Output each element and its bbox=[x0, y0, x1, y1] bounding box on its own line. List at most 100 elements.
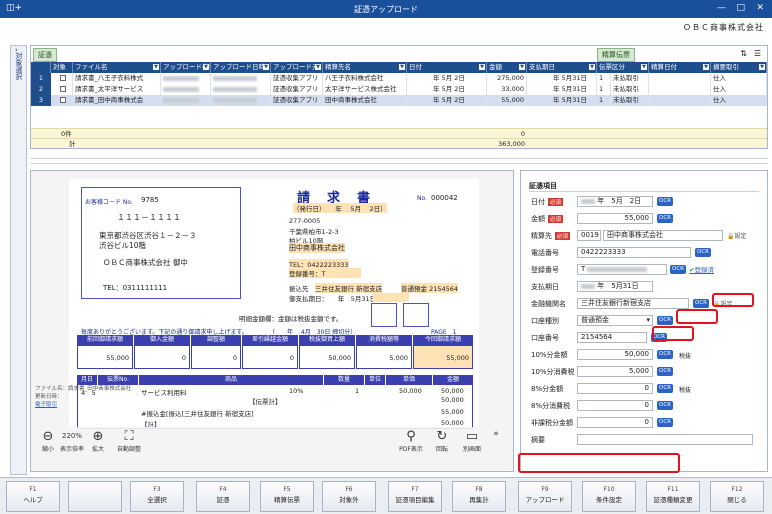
filter-dropdown-icon[interactable]: ▼ bbox=[703, 64, 709, 70]
amount10-field[interactable]: 50,000 bbox=[577, 349, 653, 360]
table-row-empty[interactable] bbox=[31, 106, 767, 117]
f7-edit-items-button[interactable]: F7 証憑項目編集 bbox=[388, 481, 442, 512]
amount10-label: 10%分金額 bbox=[531, 351, 568, 359]
registered-link[interactable]: ✔登録済 bbox=[689, 264, 714, 274]
payee-code-field[interactable]: 0019 bbox=[577, 230, 601, 241]
summary-field[interactable] bbox=[577, 434, 753, 445]
row-checkbox[interactable] bbox=[59, 97, 66, 103]
ocr-button[interactable]: OCR bbox=[670, 265, 686, 274]
payee-name-field[interactable]: 田中商事株式会社 bbox=[603, 230, 723, 241]
header-amount[interactable]: 金額 ▼ bbox=[487, 62, 527, 73]
f3-select-all-button[interactable]: F3 全選択 bbox=[130, 481, 184, 512]
grid-menu-icon[interactable]: ☰ bbox=[754, 49, 761, 58]
ocr-button[interactable]: OCR bbox=[657, 350, 673, 359]
maximize-button[interactable]: □ bbox=[736, 3, 745, 13]
f12-close-button[interactable]: F12 閉じる bbox=[710, 481, 764, 512]
registration-field[interactable]: T bbox=[577, 264, 667, 275]
pdf-icon: ⚲ bbox=[406, 429, 416, 444]
f1-help-button[interactable]: F1 ヘルプ bbox=[6, 481, 60, 512]
ocr-button[interactable]: OCR bbox=[657, 197, 673, 206]
table-row[interactable]: 1 請求書_八王子衣料株式 証憑収集アプリ 八王子衣料株式会社 年 5月 2日 … bbox=[31, 73, 767, 84]
filter-dropdown-icon[interactable]: ▼ bbox=[315, 64, 321, 70]
minimize-button[interactable]: — bbox=[717, 3, 726, 13]
detail-header: 金額 bbox=[433, 375, 473, 385]
f10-conditions-button[interactable]: F10 条件設定 bbox=[582, 481, 636, 512]
related-link[interactable]: 電子取引 bbox=[35, 401, 131, 409]
collapse-icon[interactable]: » bbox=[489, 427, 503, 442]
ocr-button[interactable]: OCR bbox=[657, 384, 673, 393]
separate-window-button[interactable]: ▭ 別画面 bbox=[459, 429, 485, 453]
f2-button[interactable] bbox=[68, 481, 122, 512]
account-type-label: 口座種別 bbox=[531, 317, 559, 325]
auto-adjust-button[interactable]: ⛶ 自動調整 bbox=[115, 429, 143, 453]
header-settle-date[interactable]: 精算日付 ▼ bbox=[649, 62, 711, 73]
table-row-empty[interactable] bbox=[31, 117, 767, 128]
detail-tax-rate: 10% bbox=[289, 387, 304, 395]
pane-splitter[interactable] bbox=[30, 158, 768, 164]
bank-name-field[interactable]: 三井住友銀行新宿支店 bbox=[577, 298, 689, 309]
amount8-field[interactable]: 0 bbox=[577, 383, 653, 394]
ocr-button[interactable]: OCR bbox=[657, 316, 673, 325]
f8-recalc-button[interactable]: F8 再集計 bbox=[452, 481, 506, 512]
filter-dropdown-icon[interactable]: ▼ bbox=[399, 64, 405, 70]
table-row-selected[interactable]: 3 請求書_田中商事株式会 証憑収集アプリ 田中商事株式会社 年 5月 2日 5… bbox=[31, 95, 767, 106]
phone-field[interactable]: 0422223333 bbox=[577, 247, 691, 258]
ocr-button[interactable]: OCR bbox=[657, 401, 673, 410]
filter-dropdown-icon[interactable]: ▼ bbox=[153, 64, 159, 70]
header-due[interactable]: 支払期日 ▼ bbox=[527, 62, 597, 73]
nontax-field[interactable]: 0 bbox=[577, 417, 653, 428]
annotation-box bbox=[712, 293, 754, 307]
header-uploader[interactable]: アップロード者名 ▼ bbox=[161, 62, 211, 73]
ocr-button[interactable]: OCR bbox=[657, 418, 673, 427]
ocr-button[interactable]: OCR bbox=[695, 248, 711, 257]
header-summary[interactable]: 摘要取引 ▼ bbox=[711, 62, 767, 73]
amount-field[interactable]: 55,000 bbox=[577, 213, 653, 224]
pdf-view-button[interactable]: ⚲ PDF表示 bbox=[397, 429, 425, 453]
f9-upload-button[interactable]: F9 アップロード bbox=[518, 481, 572, 512]
row-checkbox[interactable] bbox=[59, 75, 66, 81]
tax8-field[interactable]: 0 bbox=[577, 400, 653, 411]
due-field[interactable]: 年 5月31日 bbox=[577, 281, 653, 292]
filter-dropdown-icon[interactable]: ▼ bbox=[589, 64, 595, 70]
filter-dropdown-icon[interactable]: ▼ bbox=[263, 64, 269, 70]
target-selection-tab[interactable]: › 対象選択 bbox=[10, 45, 27, 475]
address-line-2: 渋谷ビル10階 bbox=[99, 241, 147, 250]
f4-voucher-button[interactable]: F4 証憑 bbox=[196, 481, 250, 512]
header-payee[interactable]: 精算先名 ▼ bbox=[323, 62, 407, 73]
date-field[interactable]: 年 5月 2日 bbox=[577, 196, 653, 207]
rotate-button[interactable]: ↻ 回転 bbox=[431, 429, 453, 453]
filter-dropdown-icon[interactable]: ▼ bbox=[759, 64, 765, 70]
zoom-level: 220% 表示倍率 bbox=[59, 432, 84, 453]
sum-value: 0 bbox=[242, 345, 298, 369]
filter-dropdown-icon[interactable]: ▼ bbox=[519, 64, 525, 70]
header-filename[interactable]: ファイル名 ▼ bbox=[73, 62, 161, 73]
f5-journal-button[interactable]: F5 精算伝票 bbox=[260, 481, 314, 512]
tax10-field[interactable]: 5,000 bbox=[577, 366, 653, 377]
chevron-down-icon: ▾ bbox=[646, 316, 650, 324]
table-row[interactable]: 2 請求書_太平洋サービス 証憑収集アプリ 太平洋サービス株式会社 年 5月 2… bbox=[31, 84, 767, 95]
payee-settings-button[interactable]: 🔒設定 bbox=[727, 231, 747, 240]
zoom-out-button[interactable]: ⊖ 縮小 bbox=[37, 429, 59, 453]
header-kubun[interactable]: 伝票区分 ▼ bbox=[597, 62, 649, 73]
row-checkbox[interactable] bbox=[59, 86, 66, 92]
header-upload-time[interactable]: アップロード日時 ▼ bbox=[211, 62, 271, 73]
zoom-in-button[interactable]: ⊕ 拡大 bbox=[87, 429, 109, 453]
filter-dropdown-icon[interactable]: ▼ bbox=[479, 64, 485, 70]
header-target[interactable]: 対象 bbox=[51, 62, 73, 73]
ocr-button[interactable]: OCR bbox=[693, 299, 709, 308]
file-info: ファイル名：請求書_田中商事株式会社 更新日時： 電子取引 bbox=[35, 386, 132, 409]
account-type-select[interactable]: 普通預金 ▾ bbox=[577, 315, 653, 326]
filter-dropdown-icon[interactable]: ▼ bbox=[641, 64, 647, 70]
journal-badge: 精算伝票 bbox=[597, 48, 635, 62]
f6-exclude-button[interactable]: F6 対象外 bbox=[322, 481, 376, 512]
account-no-field[interactable]: 2154564 bbox=[577, 332, 647, 343]
f11-change-type-button[interactable]: F11 証憑種類変更 bbox=[646, 481, 700, 512]
row-number: 1 bbox=[31, 73, 51, 84]
ocr-button[interactable]: OCR bbox=[657, 367, 673, 376]
close-button[interactable]: ✕ bbox=[756, 3, 764, 13]
header-date[interactable]: 日付 ▼ bbox=[407, 62, 487, 73]
filter-dropdown-icon[interactable]: ▼ bbox=[203, 64, 209, 70]
header-upload-source[interactable]: アップロード元 ▼ bbox=[271, 62, 323, 73]
ocr-button[interactable]: OCR bbox=[657, 214, 673, 223]
sort-icon[interactable]: ⇅ bbox=[740, 49, 747, 58]
